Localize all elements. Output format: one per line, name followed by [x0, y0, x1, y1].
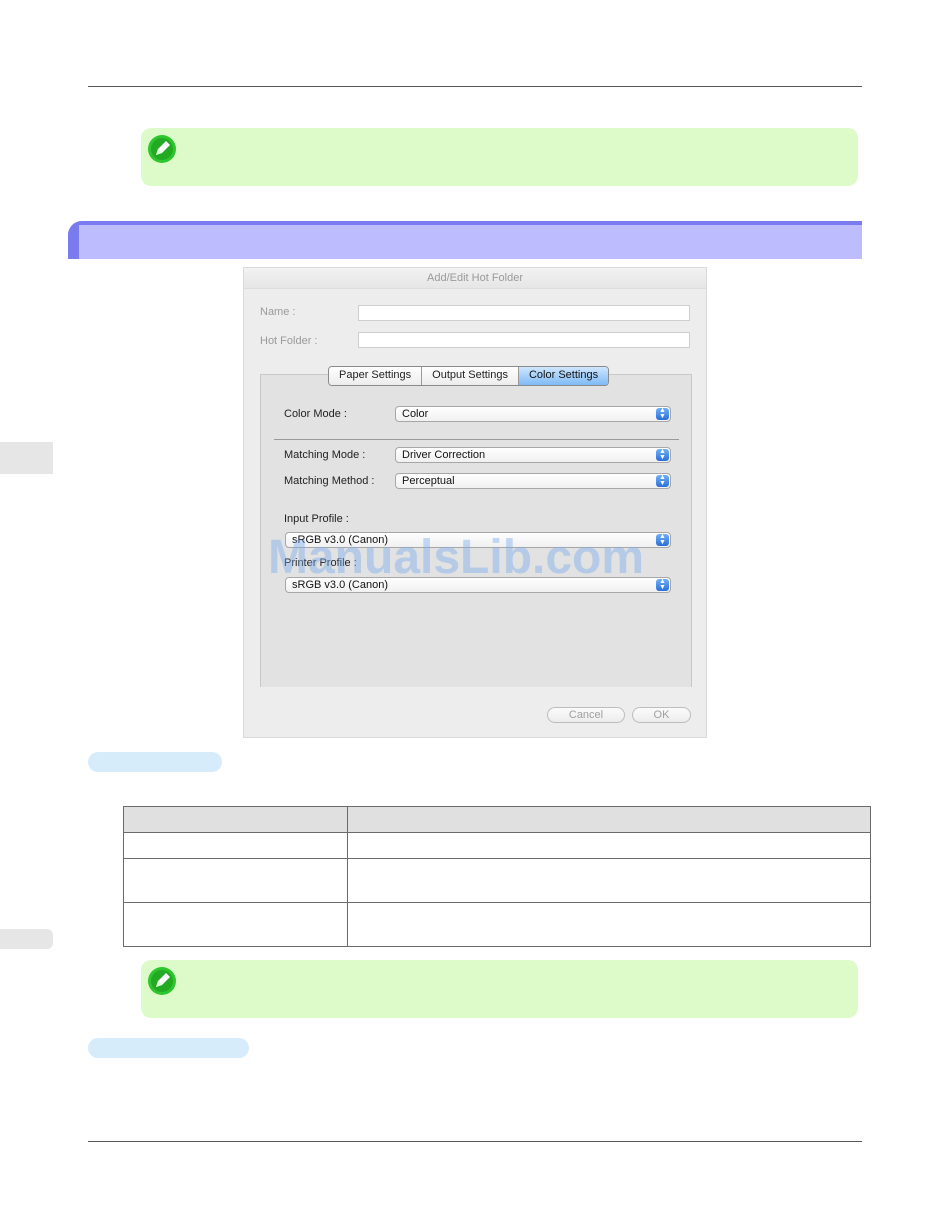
note-pencil-icon: [148, 135, 176, 163]
dialog-title: Add/Edit Hot Folder: [244, 268, 706, 289]
tab-output-settings[interactable]: Output Settings: [422, 367, 519, 385]
select-arrows-icon: ▲ ▼: [656, 578, 669, 591]
input-profile-label: Input Profile :: [284, 513, 349, 525]
table-row: [123, 858, 871, 903]
note-box: [141, 960, 858, 1018]
name-label: Name :: [260, 306, 296, 318]
color-mode-value: Color: [402, 408, 429, 420]
table-header-row: [123, 806, 871, 833]
table-header-cell: [123, 806, 348, 833]
footer-rule: [88, 1141, 862, 1142]
select-arrows-icon: ▲ ▼: [656, 533, 669, 546]
matching-method-label: Matching Method :: [284, 475, 375, 487]
chapter-side-tab: [0, 442, 53, 474]
select-arrows-icon: ▲ ▼: [656, 474, 669, 487]
section-bar-left-edge: [68, 221, 79, 259]
select-arrows-icon: ▲ ▼: [656, 448, 669, 461]
matching-mode-select[interactable]: Driver Correction ▲ ▼: [395, 447, 671, 463]
matching-method-value: Perceptual: [402, 475, 455, 487]
add-edit-hot-folder-dialog: Add/Edit Hot Folder Name : Hot Folder : …: [243, 267, 707, 738]
table-row: [123, 902, 871, 947]
table-cell: [347, 858, 871, 903]
note-pencil-icon: [148, 967, 176, 995]
table-cell: [123, 902, 348, 947]
hot-folder-field[interactable]: [358, 332, 690, 348]
ok-button[interactable]: OK: [632, 707, 691, 723]
subheading-pill: [88, 1038, 249, 1058]
table-cell: [123, 858, 348, 903]
name-field[interactable]: [358, 305, 690, 321]
hot-folder-label: Hot Folder :: [260, 335, 318, 347]
subheading-pill: [88, 752, 222, 772]
section-bar-top-edge: [68, 221, 862, 225]
header-rule: [88, 86, 862, 87]
matching-mode-label: Matching Mode :: [284, 449, 366, 461]
table-cell: [347, 832, 871, 859]
table-cell: [123, 832, 348, 859]
tab-color-settings[interactable]: Color Settings: [518, 367, 609, 385]
color-mode-select[interactable]: Color ▲ ▼: [395, 406, 671, 422]
settings-divider: [274, 439, 679, 440]
color-mode-label: Color Mode :: [284, 408, 347, 420]
matching-mode-value: Driver Correction: [402, 449, 486, 461]
table-row: [123, 832, 871, 859]
index-side-tab: [0, 929, 53, 949]
table-cell: [347, 902, 871, 947]
cancel-button[interactable]: Cancel: [547, 707, 625, 723]
note-box: [141, 128, 858, 186]
settings-table: [123, 806, 871, 947]
tab-paper-settings[interactable]: Paper Settings: [329, 367, 423, 385]
table-header-cell: [347, 806, 871, 833]
select-arrows-icon: ▲ ▼: [656, 407, 669, 420]
matching-method-select[interactable]: Perceptual ▲ ▼: [395, 473, 671, 489]
watermark: ManualsLib.com: [268, 531, 645, 584]
settings-tabs: Paper Settings Output Settings Color Set…: [328, 366, 610, 386]
section-heading-bar: [68, 221, 862, 259]
